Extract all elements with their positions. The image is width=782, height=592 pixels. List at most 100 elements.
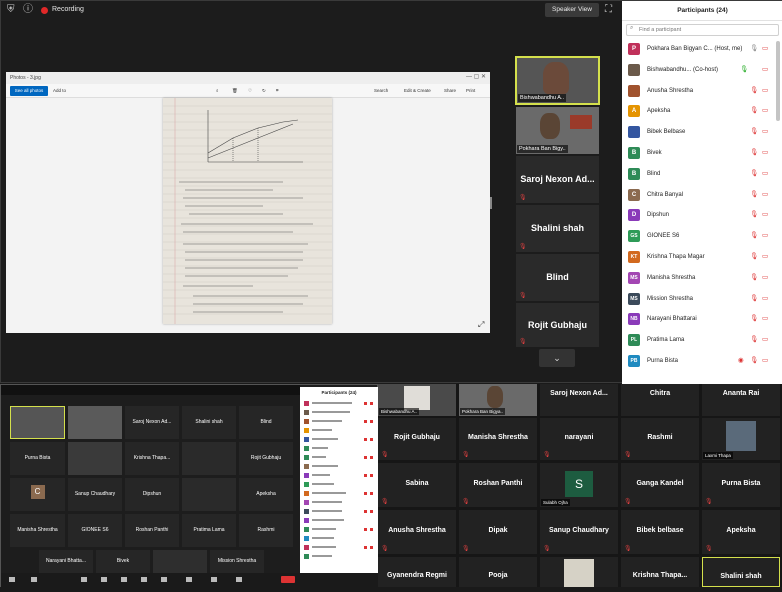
video-tile[interactable]: Rojit Gubhaju 🎙 (516, 303, 599, 347)
muted-mic-icon[interactable]: 🎙 (750, 351, 758, 372)
muted-mic-icon[interactable]: 🎙 (750, 143, 758, 164)
participant-search-input[interactable]: Find a participant (626, 24, 779, 36)
video-off-icon[interactable]: ▭ (762, 39, 768, 60)
gallery-tile[interactable]: Purna Bista 🎙 (702, 463, 780, 507)
expand-icon[interactable]: ⤢ (478, 320, 484, 330)
add-to-button[interactable]: Add to (53, 84, 66, 98)
info-icon[interactable]: ⓘ (23, 1, 33, 19)
gallery-video-tile[interactable] (540, 557, 618, 587)
muted-mic-icon[interactable]: 🎙 (750, 309, 758, 330)
print-button[interactable]: Print (466, 84, 475, 98)
video-tile[interactable]: Pokhara Ban Bigy.. (516, 107, 599, 154)
video-off-icon[interactable]: ▭ (762, 60, 768, 81)
participant-row[interactable]: B Blind 🎙 ▭ (622, 164, 782, 185)
favorite-icon[interactable]: ♡ (248, 84, 252, 98)
gallery-tile[interactable]: Gyanendra Regmi (378, 557, 456, 587)
gallery-tile[interactable]: Chitra (621, 384, 699, 416)
video-tile[interactable]: Saroj Nexon Ad... 🎙 (516, 156, 599, 203)
gallery-tile[interactable]: Krishna Thapa... (621, 557, 699, 587)
fullscreen-icon[interactable]: ⛶ (605, 1, 612, 19)
muted-mic-icon[interactable]: 🎙 (750, 81, 758, 102)
muted-mic-icon[interactable]: 🎙 (750, 185, 758, 206)
gallery-tile-active-speaker[interactable]: Shalini shah (702, 557, 780, 587)
gallery-tile[interactable]: Ananta Rai (702, 384, 780, 416)
video-off-icon[interactable]: ▭ (762, 101, 768, 122)
participant-row[interactable]: P Pokhara Ban Bigyan C... (Host, me) 🎙 ▭ (622, 39, 782, 60)
participant-row[interactable]: PB Purna Bista ◉ 🎙 ▭ (622, 351, 782, 372)
video-off-icon[interactable]: ▭ (762, 268, 768, 289)
participant-row[interactable]: B Bivek 🎙 ▭ (622, 143, 782, 164)
muted-mic-icon[interactable]: 🎙 (750, 289, 758, 310)
gallery-video-tile[interactable]: Bishwabandhu A.. (378, 384, 456, 416)
participant-row[interactable]: PL Pratima Lama 🎙 ▭ (622, 330, 782, 351)
gallery-tile[interactable]: Manisha Shrestha 🎙 (459, 418, 537, 460)
gallery-video-tile[interactable]: Pokhara Ban Bigya.. (459, 384, 537, 416)
muted-mic-icon[interactable]: 🎙 (750, 205, 758, 226)
gallery-tile[interactable]: Ganga Kandel 🎙 (621, 463, 699, 507)
gallery-tile[interactable]: Dipak 🎙 (459, 510, 537, 554)
participant-row[interactable]: NB Narayani Bhattarai 🎙 ▭ (622, 309, 782, 330)
muted-mic-icon[interactable]: 🎙 (750, 101, 758, 122)
video-off-icon[interactable]: ▭ (762, 289, 768, 310)
gallery-tile[interactable]: narayani 🎙 (540, 418, 618, 460)
video-off-icon[interactable]: ▭ (762, 122, 768, 143)
shield-icon[interactable]: ⛨ (7, 1, 15, 19)
gallery-tile[interactable]: Saroj Nexon Ad... (540, 384, 618, 416)
video-off-icon[interactable]: ▭ (762, 81, 768, 102)
gallery-tile[interactable]: Rojit Gubhaju 🎙 (378, 418, 456, 460)
video-off-icon[interactable]: ▭ (762, 330, 768, 351)
video-tile-active-speaker[interactable]: Bishwabandhu A.. (515, 56, 600, 105)
participant-row[interactable]: GS GIONEE S6 🎙 ▭ (622, 226, 782, 247)
gallery-tile[interactable]: Bibek belbase 🎙 (621, 510, 699, 554)
muted-mic-icon[interactable]: 🎙 (750, 330, 758, 351)
video-tile[interactable]: Blind 🎙 (516, 254, 599, 301)
zoom-icon[interactable]: ⌕ (216, 84, 219, 98)
see-all-photos-button[interactable]: See all photos (10, 86, 48, 96)
participant-row[interactable]: KT Krishna Thapa Magar 🎙 ▭ (622, 247, 782, 268)
video-tile[interactable]: Shalini shah 🎙 (516, 205, 599, 252)
rotate-icon[interactable]: ↻ (262, 84, 266, 98)
gallery-tile[interactable]: S Sulabh Ojha (540, 463, 618, 507)
muted-mic-icon[interactable]: 🎙 (750, 122, 758, 143)
edit-create-button[interactable]: Edit & Create (404, 84, 431, 98)
video-off-icon[interactable]: ▭ (762, 185, 768, 206)
participant-row[interactable]: MS Manisha Shrestha 🎙 ▭ (622, 268, 782, 289)
share-button[interactable]: Share (444, 84, 456, 98)
speaker-view-button[interactable]: Speaker View (545, 3, 599, 17)
video-off-icon[interactable]: ▭ (762, 143, 768, 164)
video-off-icon[interactable]: ▭ (762, 351, 768, 372)
muted-mic-icon[interactable]: 🎙 (750, 247, 758, 268)
mic-icon[interactable]: 🎙 (740, 60, 748, 81)
muted-mic-icon[interactable]: 🎙 (750, 226, 758, 247)
participant-row[interactable]: A Apeksha 🎙 ▭ (622, 101, 782, 122)
gallery-tile[interactable]: Apeksha 🎙 (702, 510, 780, 554)
gallery-tile[interactable]: Roshan Panthi 🎙 (459, 463, 537, 507)
video-off-icon[interactable]: ▭ (762, 309, 768, 330)
video-off-icon[interactable]: ▭ (762, 205, 768, 226)
chevron-down-icon[interactable]: ⌄ (539, 349, 575, 367)
gallery-tile[interactable]: Pooja (459, 557, 537, 587)
video-off-icon[interactable]: ▭ (762, 164, 768, 185)
muted-mic-icon[interactable]: 🎙 (750, 164, 758, 185)
muted-mic-icon[interactable]: 🎙 (750, 268, 758, 289)
gallery-tile[interactable]: Sanup Chaudhary 🎙 (540, 510, 618, 554)
delete-icon[interactable]: 🗑 (232, 84, 238, 98)
search-button[interactable]: Search (374, 84, 388, 98)
gallery-tile[interactable]: Rashmi 🎙 (621, 418, 699, 460)
participant-row[interactable]: Bishwabandhu... (Co-host) 🎙 ▭ (622, 60, 782, 81)
participant-row[interactable]: C Chitra Banyal 🎙 ▭ (622, 185, 782, 206)
participant-row[interactable]: MS Mission Shrestha 🎙 ▭ (622, 289, 782, 310)
gallery-tile[interactable]: Sabina 🎙 (378, 463, 456, 507)
gallery-tile[interactable]: Anusha Shrestha 🎙 (378, 510, 456, 554)
gallery-tile[interactable]: Laxmi Thapa (702, 418, 780, 460)
mic-icon[interactable]: 🎙 (750, 39, 758, 60)
video-off-icon[interactable]: ▭ (762, 226, 768, 247)
splitter-handle[interactable] (490, 197, 492, 209)
crop-icon[interactable]: ⌗ (276, 84, 279, 98)
participant-row[interactable]: D Dipshun 🎙 ▭ (622, 205, 782, 226)
video-off-icon[interactable]: ▭ (762, 247, 768, 268)
nested-tile: Apeksha (239, 478, 293, 511)
participant-row[interactable]: Anusha Shrestha 🎙 ▭ (622, 81, 782, 102)
window-controls[interactable]: — ▢ ✕ (466, 73, 486, 80)
participant-row[interactable]: Bibek Belbase 🎙 ▭ (622, 122, 782, 143)
